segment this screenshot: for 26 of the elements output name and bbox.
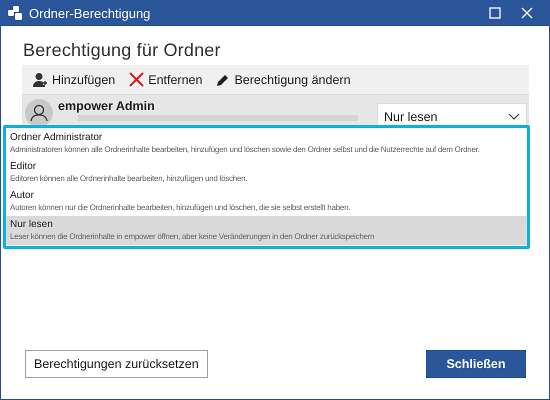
role-description: Administratoren können alle Ordnerinhalte bearbeiten, hinzufügen und löschen sowie den Ordner selbst und die Nutzerrechte auf dem Ordner.: [10, 144, 481, 155]
close-icon: [129, 72, 144, 87]
role-option[interactable]: Nur lesen Leser können die Ordnerinhalte in empower öffnen, aber keine Veränderungen in den Ordner zurückspeichern: [6, 216, 527, 245]
edit-button[interactable]: Berechtigung ändern: [214, 72, 353, 86]
window-title: Ordner-Berechtigung: [29, 6, 152, 20]
role-option[interactable]: Ordner Administrator Administratoren können alle Ordnerinhalte bearbeiten, hinzufügen und löschen sowie den Ordner selbst und die Nutzerrechte auf dem Ordner.: [6, 129, 527, 158]
add-user-icon: [32, 72, 48, 88]
close-button[interactable]: Schließen: [426, 350, 526, 378]
add-button[interactable]: Hinzufügen: [30, 72, 118, 88]
user-avatar-icon: [25, 99, 53, 127]
role-name: Autor: [10, 189, 35, 202]
role-option[interactable]: Autor Autoren können nur die Ordnerinhalte bearbeiten, hinzufügen und löschen, die sie selbst erstellt haben.: [6, 187, 527, 216]
role-name: Nur lesen: [10, 218, 54, 231]
role-option[interactable]: Editor Editoren können alle Ordnerinhalte bearbeiten, hinzufügen und löschen.: [6, 158, 527, 187]
role-name: Ordner Administrator: [10, 131, 104, 144]
user-name: empower Admin: [58, 99, 155, 113]
role-description: Editoren können alle Ordnerinhalte bearbeiten, hinzufügen und löschen.: [10, 173, 248, 184]
app-logo-icon: [7, 5, 23, 21]
dialog-heading: Berechtigung für Ordner: [23, 40, 222, 61]
pencil-icon: [216, 72, 230, 86]
remove-button[interactable]: Entfernen: [127, 72, 204, 87]
reset-button[interactable]: Berechtigungen zurücksetzen: [25, 350, 208, 378]
role-name: Editor: [10, 160, 38, 173]
role-description: Autoren können nur die Ordnerinhalte bearbeiten, hinzufügen und löschen, die sie selbst erstellt haben.: [10, 202, 352, 213]
chevron-down-icon: [508, 113, 520, 121]
role-description: Leser können die Ordnerinhalte in empower öffnen, aber keine Veränderungen in den Ordner zurückspeichern: [10, 231, 376, 242]
